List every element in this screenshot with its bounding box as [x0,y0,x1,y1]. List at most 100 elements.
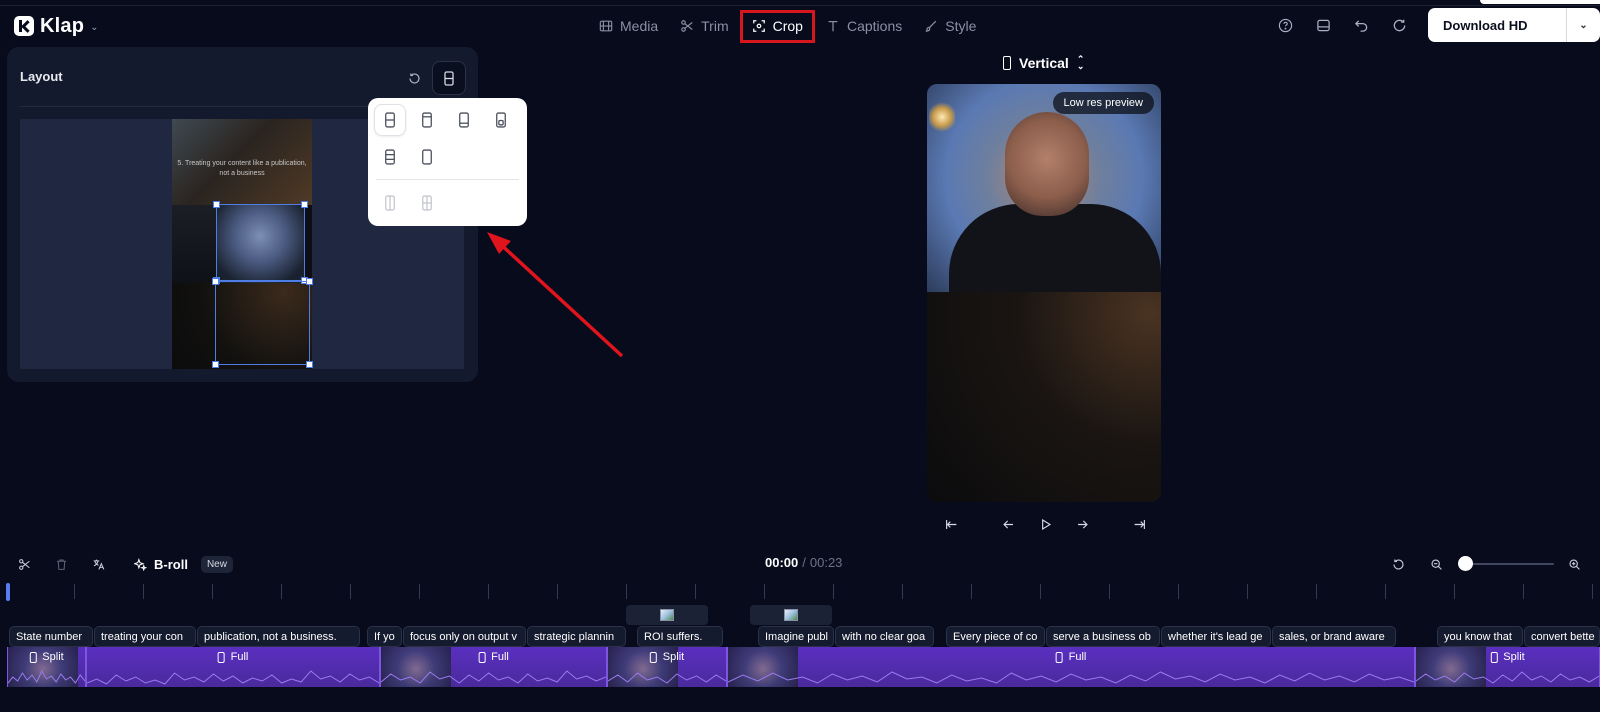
sparkle-icon [134,557,147,571]
video-preview[interactable]: Low res preview [927,84,1161,502]
ruler-tick [74,584,75,599]
download-options-chevron-icon[interactable]: ⌄ [1566,8,1600,42]
full-layout-icon [422,149,432,165]
caption-chip[interactable]: sales, or brand aware [1272,626,1396,647]
layout-segment[interactable]: Split [1415,647,1600,687]
jump-end-button[interactable] [1128,513,1150,535]
new-badge: New [200,555,233,573]
speaker-shirt [949,204,1161,296]
tab-media[interactable]: Media [588,10,669,42]
caption-chip[interactable]: State number [9,626,93,647]
help-button[interactable] [1266,9,1304,41]
layout-option-three-stack[interactable] [374,141,406,173]
caption-chip[interactable]: strategic plannin [527,626,626,647]
layout-option-bottom-third[interactable] [448,104,480,136]
broll-button[interactable]: B-roll New [134,553,233,575]
caption-chip[interactable]: with no clear goa [835,626,934,647]
tab-trim-label: Trim [701,18,729,34]
timeline-ruler[interactable] [0,584,1600,600]
layout-option-picture-in-picture[interactable] [485,104,517,136]
layout-option-side-left [374,187,406,219]
caption-chip[interactable]: treating your con [94,626,196,647]
tab-crop-label: Crop [772,18,803,34]
tab-captions[interactable]: Captions [815,10,913,42]
broll-clip[interactable] [626,605,708,625]
split-clip-button[interactable] [13,553,35,575]
source-background [172,205,216,283]
step-forward-button[interactable] [1071,513,1093,535]
orientation-label: Vertical [1019,55,1069,71]
phone-icon [649,651,657,663]
layout-segment[interactable]: Split [7,647,86,687]
tab-style-label: Style [945,18,977,34]
layout-option-top-third[interactable] [411,104,443,136]
translate-icon [93,559,104,570]
caption-chip[interactable]: you know that [1437,626,1523,647]
film-icon [599,20,613,32]
crop-box-bottom[interactable] [212,278,313,368]
crop-box-top[interactable] [213,201,308,284]
zoom-slider-handle[interactable] [1458,556,1473,571]
low-res-badge: Low res preview [1052,92,1154,114]
caption-chip[interactable]: convert bette [1524,626,1600,647]
caption-chip[interactable]: If yo [367,626,402,647]
layout-segment[interactable]: Full [727,647,1415,687]
playhead[interactable] [6,583,10,601]
caption-chip[interactable]: Every piece of co [946,626,1045,647]
redo-button[interactable] [1380,9,1418,41]
download-hd-button[interactable]: Download HD ⌄ [1428,8,1600,42]
current-time: 00:00 [765,555,799,570]
play-icon [1041,518,1051,530]
arrow-left-icon [1002,519,1013,529]
layout-segment[interactable]: Full [380,647,607,687]
tab-style[interactable]: Style [913,10,987,42]
crop-handle[interactable] [301,201,308,208]
zoom-in-button[interactable] [1563,553,1585,575]
undo-button[interactable] [1342,9,1380,41]
layout-segment[interactable]: Split [607,647,727,687]
segment-label: Full [478,651,509,663]
layout-picker-button[interactable] [432,61,466,95]
crop-handle[interactable] [213,201,220,208]
translate-button[interactable] [87,553,109,575]
broll-clip[interactable] [750,605,832,625]
layout-segment[interactable]: Full [86,647,380,687]
tab-crop[interactable]: Crop [739,9,815,43]
crop-handle[interactable] [306,278,313,285]
jump-start-button[interactable] [940,513,962,535]
zoom-in-icon [1568,558,1580,570]
caption-chip[interactable]: focus only on output v [403,626,526,647]
crop-handle[interactable] [212,361,219,368]
step-back-button[interactable] [997,513,1019,535]
caption-chip[interactable]: ROI suffers. [637,626,723,647]
reset-layout-button[interactable] [403,67,425,89]
caption-chip[interactable]: whether it's lead ge [1161,626,1271,647]
layout-option-full[interactable] [411,141,443,173]
updown-chevron-icon: ⌃ ⌄ [1076,54,1085,71]
caption-chip[interactable]: serve a business ob [1046,626,1160,647]
delete-clip-button[interactable] [50,553,72,575]
split-layout-icon [444,70,454,86]
app-name: Klap [40,14,85,37]
preview-bottom-region [927,292,1161,502]
caption-chip[interactable]: Imagine publ [758,626,834,647]
reset-zoom-button[interactable] [1387,553,1409,575]
app-logo[interactable]: Klap ⌄ [14,14,99,38]
orientation-select[interactable]: Vertical ⌃ ⌄ [1003,52,1084,74]
crop-handle[interactable] [212,278,219,285]
panel-toggle-button[interactable] [1304,9,1342,41]
download-label: Download HD [1443,17,1528,33]
layout-options-popover [368,98,527,226]
zoom-slider-track[interactable] [1459,563,1554,565]
zoom-out-button[interactable] [1425,553,1447,575]
ruler-tick [1316,584,1317,599]
caption-chip[interactable]: publication, not a business. [197,626,360,647]
play-button[interactable] [1034,513,1056,535]
segment-label-text: Full [491,651,509,663]
layout-option-split[interactable] [374,104,406,136]
tab-trim[interactable]: Trim [669,10,739,42]
ruler-tick [1109,584,1110,599]
source-caption-text: 5. Treating your content like a publicat… [177,160,307,177]
side-grid-layout-icon [422,195,432,211]
crop-handle[interactable] [306,361,313,368]
